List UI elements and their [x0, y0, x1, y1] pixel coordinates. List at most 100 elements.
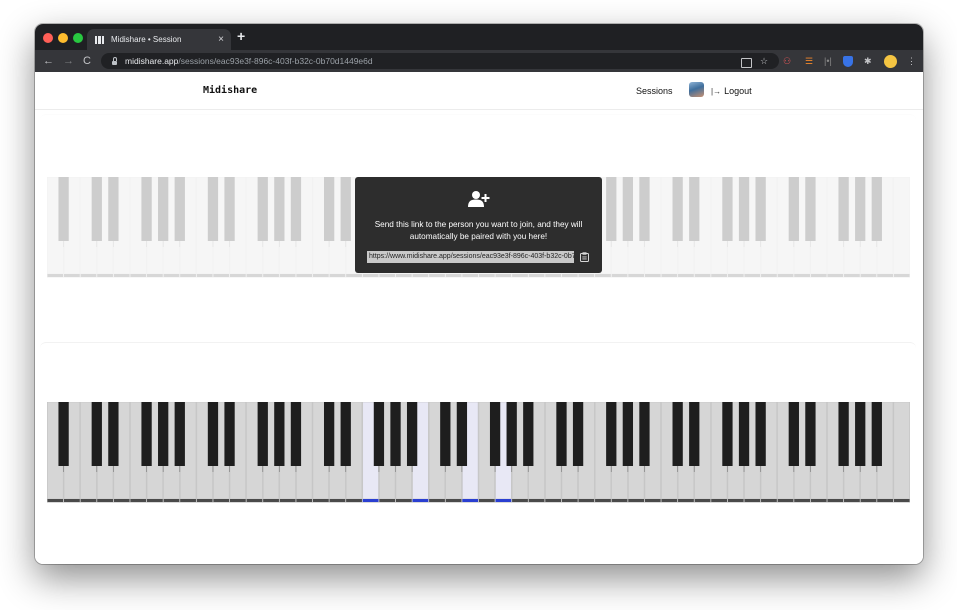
- black-key[interactable]: [722, 402, 733, 466]
- app-navbar: Midishare Sessions |→ Logout: [35, 72, 923, 110]
- key-edge: [146, 499, 163, 502]
- black-key[interactable]: [572, 402, 584, 466]
- browser-toolbar: ← → C midishare.app/sessions/eac93e3f-89…: [35, 50, 923, 72]
- black-key[interactable]: [689, 402, 700, 466]
- piano-favicon-icon: [95, 35, 104, 44]
- key-edge: [794, 499, 811, 502]
- black-key[interactable]: [606, 402, 617, 466]
- pressed-key-indicator: [362, 499, 379, 502]
- user-avatar[interactable]: [689, 82, 704, 97]
- extension-icon[interactable]: |•|: [824, 54, 832, 68]
- profile-avatar[interactable]: [884, 55, 897, 68]
- back-arrow-icon[interactable]: ←: [43, 53, 54, 69]
- key-edge: [130, 499, 147, 502]
- zoom-window-button[interactable]: [73, 33, 83, 43]
- black-key[interactable]: [523, 402, 534, 466]
- key-edge: [727, 499, 744, 502]
- black-key[interactable]: [257, 402, 268, 466]
- black-key[interactable]: [340, 402, 351, 466]
- black-key[interactable]: [406, 402, 418, 466]
- key-edge: [429, 499, 445, 502]
- puzzle-icon[interactable]: ✱: [864, 54, 872, 68]
- shield-icon[interactable]: [843, 56, 853, 67]
- black-key[interactable]: [556, 402, 567, 466]
- black-key[interactable]: [489, 402, 501, 466]
- key-edge: [744, 499, 761, 502]
- key-edge: [761, 499, 777, 502]
- black-key[interactable]: [639, 402, 650, 466]
- black-key[interactable]: [290, 402, 302, 466]
- key-edge: [893, 499, 910, 502]
- extension-icon[interactable]: ⚇: [783, 54, 791, 68]
- close-window-button[interactable]: [43, 33, 53, 43]
- key-edge: [445, 499, 462, 502]
- black-key[interactable]: [788, 402, 799, 466]
- sessions-link[interactable]: Sessions: [636, 86, 673, 96]
- black-key[interactable]: [805, 402, 816, 466]
- black-key[interactable]: [871, 402, 882, 466]
- black-key[interactable]: [738, 402, 750, 466]
- black-key[interactable]: [755, 402, 766, 466]
- black-key[interactable]: [855, 402, 866, 466]
- logout-link[interactable]: |→ Logout: [711, 86, 752, 96]
- key-edge: [395, 499, 412, 502]
- black-key[interactable]: [141, 402, 152, 466]
- tab-midishare-session[interactable]: Midishare • Session ×: [87, 29, 231, 50]
- black-key[interactable]: [506, 402, 517, 466]
- key-edge: [528, 499, 545, 502]
- black-key[interactable]: [440, 402, 451, 466]
- black-key[interactable]: [390, 402, 401, 466]
- forward-arrow-icon[interactable]: →: [63, 53, 74, 69]
- black-key[interactable]: [323, 402, 335, 466]
- black-key[interactable]: [672, 402, 683, 466]
- rss-icon[interactable]: ☰: [805, 54, 813, 68]
- key-edge: [827, 499, 844, 502]
- key-edge: [263, 499, 279, 502]
- key-edge: [694, 499, 711, 502]
- black-key[interactable]: [224, 402, 235, 466]
- bookmark-star-icon[interactable]: ☆: [760, 54, 768, 68]
- key-edge: [595, 499, 611, 502]
- white-key[interactable]: [893, 402, 910, 500]
- reader-mode-icon[interactable]: [741, 58, 752, 68]
- browser-window: Midishare • Session × + ← → C midishare.…: [35, 24, 923, 564]
- pressed-key-indicator: [462, 499, 479, 502]
- black-key[interactable]: [108, 402, 119, 466]
- url-text[interactable]: midishare.app/sessions/eac93e3f-896c-403…: [125, 56, 373, 66]
- black-key[interactable]: [373, 402, 385, 466]
- key-edge: [312, 499, 329, 502]
- clipboard-icon[interactable]: [580, 252, 589, 262]
- black-key[interactable]: [158, 402, 169, 466]
- add-user-icon: [468, 191, 490, 207]
- black-key[interactable]: [274, 402, 285, 466]
- brand-logo[interactable]: Midishare: [203, 85, 257, 96]
- black-key[interactable]: [622, 402, 634, 466]
- new-tab-button[interactable]: +: [237, 28, 245, 44]
- key-edge: [877, 499, 894, 502]
- invite-link-field[interactable]: https://www.midishare.app/sessions/eac93…: [367, 251, 574, 263]
- local-piano-keyboard: [47, 402, 910, 503]
- key-edge: [80, 499, 97, 502]
- menu-icon[interactable]: ⋮: [907, 54, 916, 68]
- black-key[interactable]: [207, 402, 219, 466]
- key-edge: [47, 499, 64, 502]
- address-bar[interactable]: midishare.app/sessions/eac93e3f-896c-403…: [101, 53, 779, 69]
- tab-strip: Midishare • Session × +: [35, 24, 923, 50]
- black-key[interactable]: [174, 402, 185, 466]
- lock-icon[interactable]: [112, 57, 117, 65]
- page-viewport: Midishare Sessions |→ Logout Send this l…: [35, 72, 923, 564]
- key-edge: [478, 499, 495, 502]
- black-key[interactable]: [91, 402, 102, 466]
- black-key[interactable]: [58, 402, 69, 466]
- black-key[interactable]: [456, 402, 468, 466]
- minimize-window-button[interactable]: [58, 33, 68, 43]
- key-edge: [777, 499, 794, 502]
- key-edge: [346, 499, 362, 502]
- close-tab-icon[interactable]: ×: [218, 34, 224, 45]
- key-edge: [611, 499, 628, 502]
- reload-icon[interactable]: C: [83, 53, 91, 69]
- black-key[interactable]: [838, 402, 849, 466]
- pressed-key-indicator: [495, 499, 512, 502]
- logout-label: Logout: [724, 86, 752, 96]
- logout-icon: |→: [711, 86, 722, 96]
